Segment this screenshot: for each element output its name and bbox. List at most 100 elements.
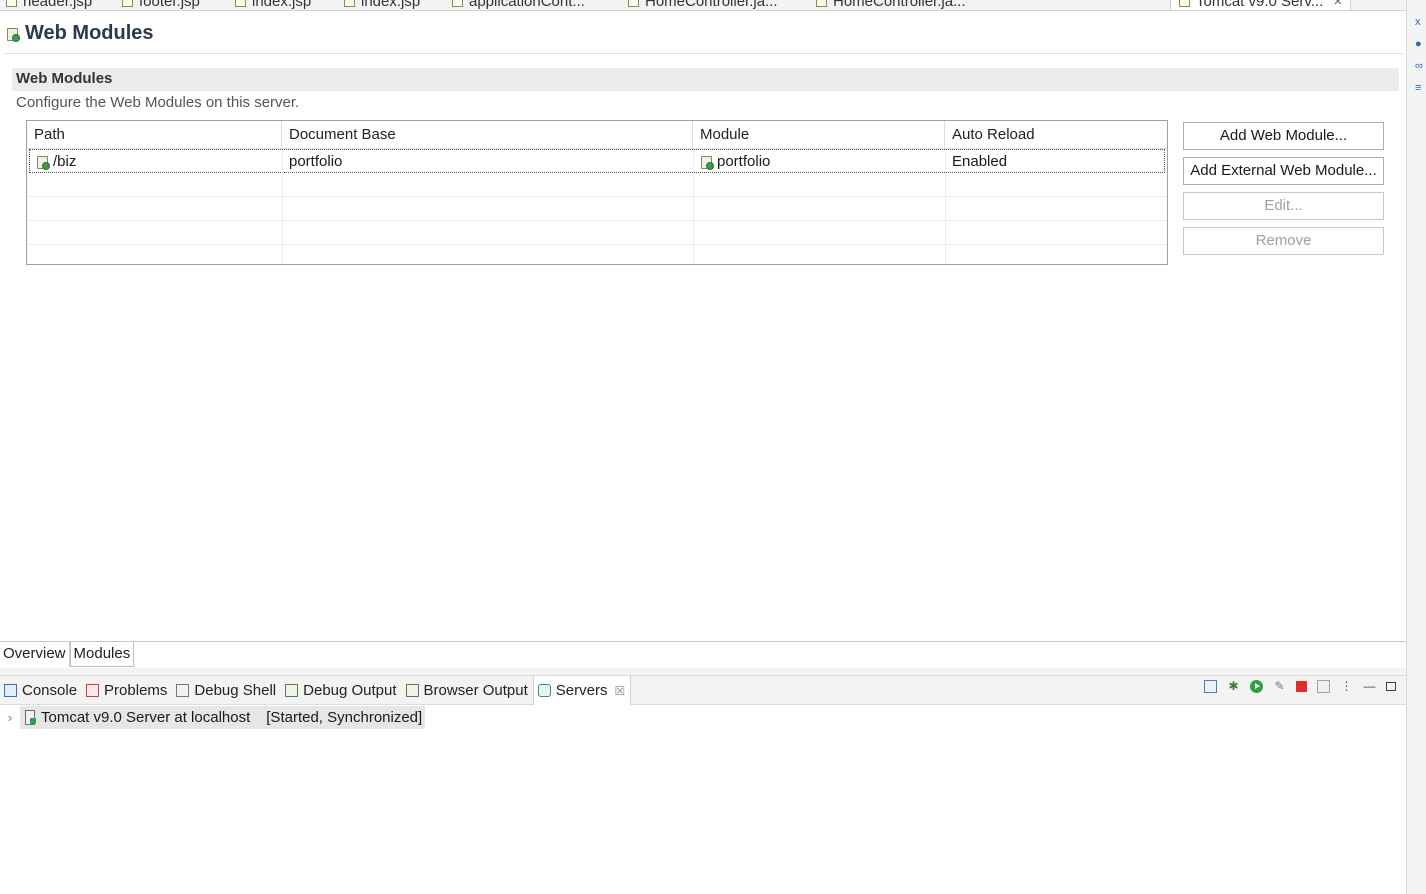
view-tabs: Console Problems Debug Shell Debug Outpu… [0,676,632,705]
editor-tab-label: header.jsp [23,0,93,10]
project-module-icon [700,155,714,170]
remove-button[interactable]: Remove [1183,227,1384,255]
editor-tab-label: footer.jsp [139,0,200,10]
editor-tab-tomcat-server[interactable]: Tomcat v9.0 Serv... ✕ [1170,0,1352,10]
tab-label: Console [22,682,78,699]
cell-document-base-text: portfolio [289,153,343,170]
jsp-file-icon [6,0,17,7]
web-modules-table[interactable]: Path Document Base Module Auto Reload /b… [26,120,1168,265]
editor-page-tabs: Overview Modules [0,642,135,668]
editor-tab-homecontroller-2[interactable]: HomeController.ja... [816,0,966,10]
editor-tab-label: index.jsp [252,0,312,10]
add-web-module-button[interactable]: Add Web Module... [1183,122,1384,150]
debug-server-icon[interactable]: ✱ [1227,680,1240,693]
problems-icon [86,684,100,697]
jsp-file-icon [122,0,133,7]
tab-overview[interactable]: Overview [0,642,70,667]
editor-bottom-divider [0,641,1406,642]
page-title-text: Web Modules [25,22,154,44]
editor-tab-label: HomeController.ja... [645,0,778,10]
expressions-icon[interactable]: ∞ [1415,60,1426,72]
web-module-icon [6,27,20,42]
cell-module: portfolio [694,150,946,174]
edit-button[interactable]: Edit... [1183,192,1384,220]
collapse-all-icon[interactable] [1204,680,1217,693]
tab-problems[interactable]: Problems [82,676,172,705]
tab-modules[interactable]: Modules [69,642,135,667]
tab-servers[interactable]: Servers ☒ [532,676,632,705]
view-sash[interactable] [0,668,1406,675]
add-external-web-module-button[interactable]: Add External Web Module... [1183,157,1384,185]
server-tree-row[interactable]: › Tomcat v9.0 Server at localhost [Start… [0,706,426,729]
right-trim-bar: x ● ∞ ≡ [1406,0,1426,894]
column-header-auto-reload[interactable]: Auto Reload [945,121,1167,149]
table-row[interactable]: /biz portfolio portfolio Enabled [29,149,1166,174]
console-icon [4,684,17,697]
tab-browser-output[interactable]: Browser Output [402,676,533,705]
cell-module-text: portfolio [717,153,771,170]
editor-tab-label: Tomcat v9.0 Serv... [1196,0,1324,10]
cell-path-text: /biz [53,153,77,170]
tab-label: Problems [104,682,168,699]
start-server-icon[interactable] [1250,680,1263,693]
minimize-icon[interactable]: — [1363,680,1376,693]
server-file-icon [1179,0,1190,7]
editor-tab-index-jsp[interactable]: index.jsp [235,0,312,10]
debug-shell-icon [176,684,190,697]
column-header-path[interactable]: Path [27,121,282,149]
column-header-module[interactable]: Module [693,121,945,149]
table-row-empty [27,197,1167,221]
chevron-right-icon[interactable]: › [0,710,20,725]
web-module-icon [36,155,50,170]
variables-icon[interactable]: x [1415,16,1426,28]
table-row-empty [27,173,1167,197]
breakpoints-icon[interactable]: ● [1415,38,1426,50]
browser-output-icon [405,684,419,697]
cell-path: /biz [30,150,283,174]
editor-tab-label: index.jsp [361,0,421,10]
outline-icon[interactable]: ≡ [1415,82,1426,94]
table-header: Path Document Base Module Auto Reload [27,121,1167,149]
close-icon[interactable]: ☒ [614,684,625,698]
jsp-file-icon [344,0,355,7]
column-header-document-base[interactable]: Document Base [282,121,693,149]
editor-tab-label: applicationCont... [469,0,585,10]
tab-label: Servers [555,682,608,699]
section-title: Web Modules [16,70,113,87]
tab-console[interactable]: Console [0,676,82,705]
server-item[interactable]: Tomcat v9.0 Server at localhost [Started… [20,706,426,729]
server-name: Tomcat v9.0 Server at localhost [41,709,251,726]
page-title: Web Modules [6,22,154,45]
tab-debug-shell[interactable]: Debug Shell [172,676,281,705]
maximize-icon[interactable] [1386,682,1396,691]
tab-label: Debug Output [303,682,397,699]
editor-tab-application-context[interactable]: applicationCont... [452,0,585,10]
servers-toolbar: ✱ ✎ ⋮ — [1204,680,1396,693]
cell-document-base: portfolio [283,150,694,174]
editor-tab-header-jsp[interactable]: header.jsp [6,0,93,10]
tomcat-server-icon [24,710,36,725]
tab-label: Debug Shell [194,682,277,699]
profile-server-icon[interactable]: ✎ [1273,680,1286,693]
editor-tab-label: HomeController.ja... [833,0,966,10]
java-file-icon [628,0,639,7]
tab-label: Browser Output [423,682,528,699]
java-file-icon [816,0,827,7]
cell-auto-reload: Enabled [946,150,1166,174]
view-menu-icon[interactable]: ⋮ [1340,680,1353,693]
stop-server-icon[interactable] [1296,681,1307,692]
editor-tab-homecontroller[interactable]: HomeController.ja... [628,0,778,10]
tab-debug-output[interactable]: Debug Output [281,676,401,705]
section-header[interactable]: Web Modules [12,68,1399,91]
header-divider [4,53,1404,54]
xml-file-icon [452,0,463,7]
publish-icon[interactable] [1317,680,1330,693]
debug-output-icon [285,684,299,697]
close-icon[interactable]: ✕ [1333,0,1342,8]
editor-tab-index-jsp-2[interactable]: index.jsp [344,0,421,10]
editor-tab-strip: header.jsp footer.jsp index.jsp index.js… [0,0,1406,11]
table-row-empty [27,221,1167,245]
editor-tab-footer-jsp[interactable]: footer.jsp [122,0,200,10]
servers-icon [537,684,551,697]
section-description: Configure the Web Modules on this server… [16,94,300,111]
